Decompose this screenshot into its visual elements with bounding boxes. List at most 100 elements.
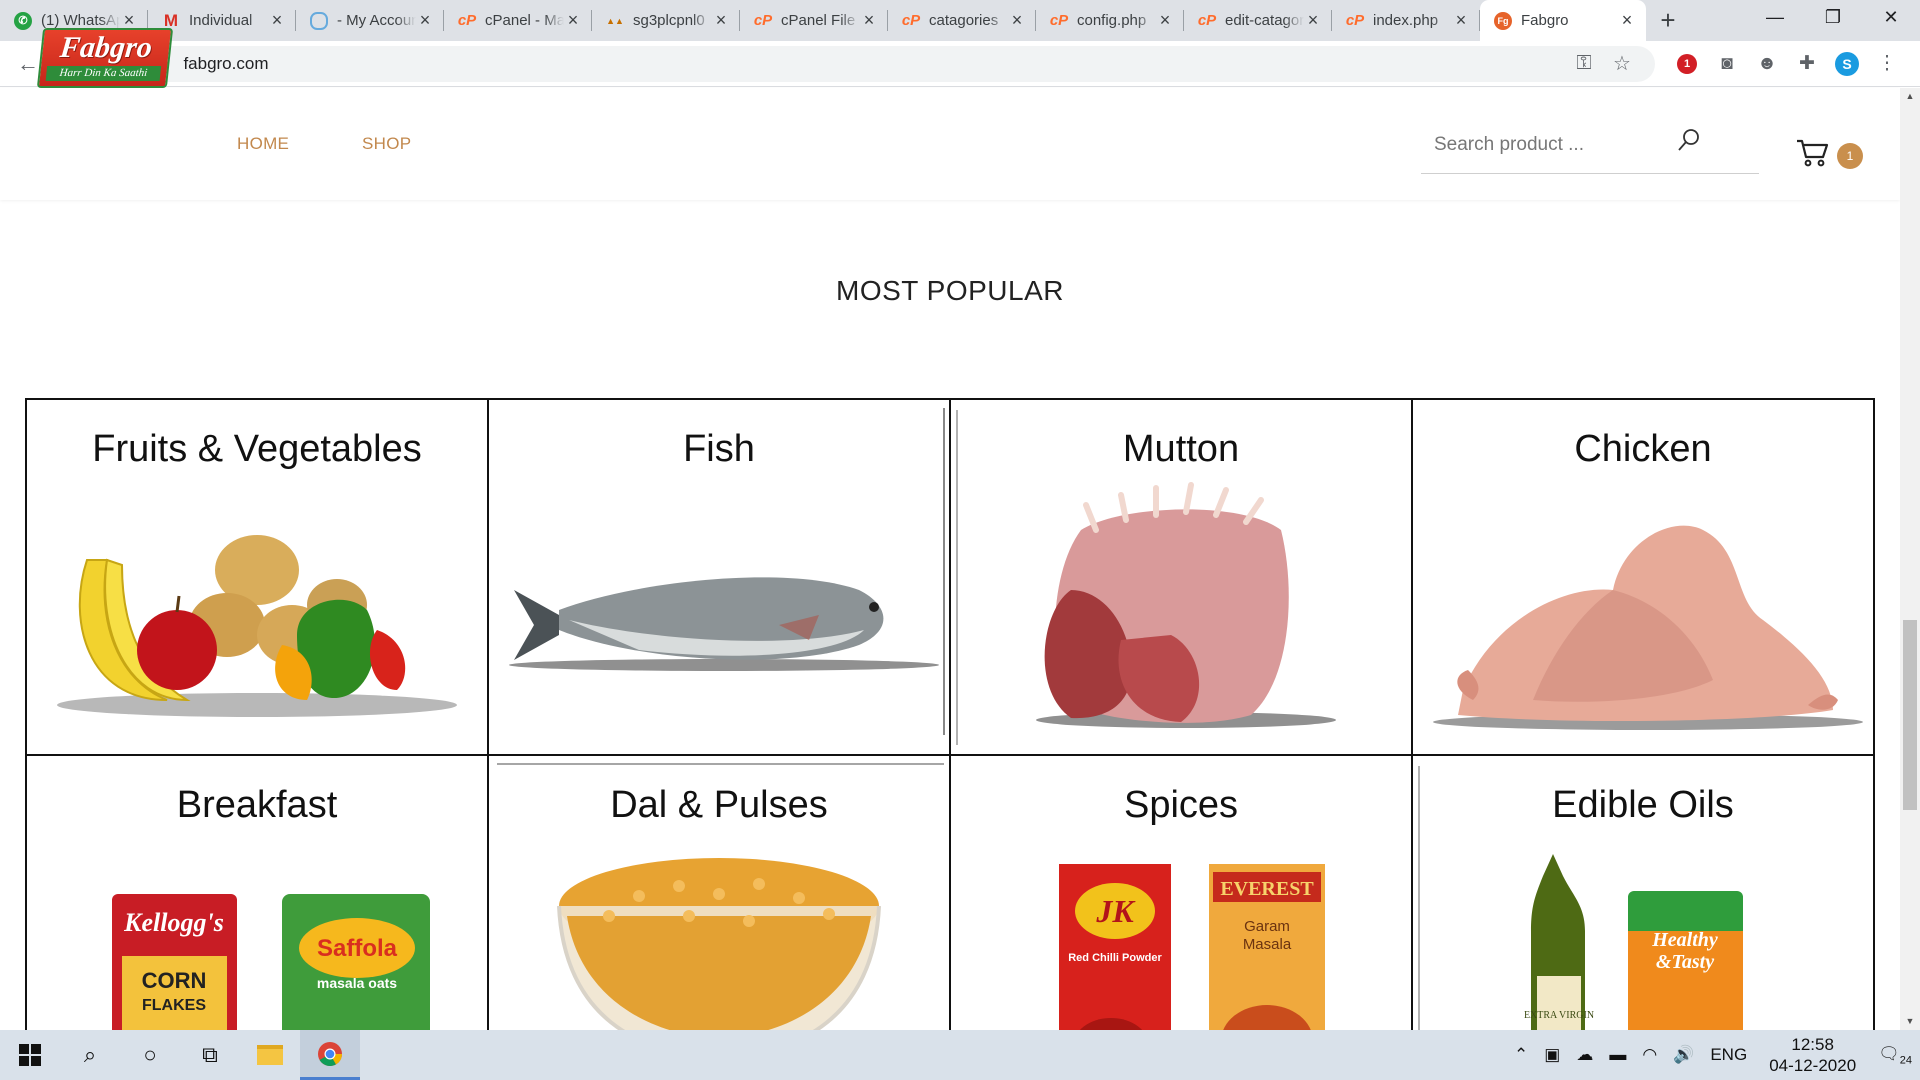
- browser-tab[interactable]: cP config.php ×: [1036, 0, 1184, 41]
- clock[interactable]: 12:58 04-12-2020: [1755, 1034, 1870, 1076]
- browser-tab-strip: ✆ (1) WhatsApp × M Individual × - My Account…: [0, 0, 1920, 41]
- browser-tab[interactable]: ▲▲ sg3plcpnl0 ×: [592, 0, 740, 41]
- close-tab-icon[interactable]: ×: [860, 10, 878, 31]
- browser-tab[interactable]: cP cPanel File ×: [740, 0, 888, 41]
- cpanel-icon: cP: [1197, 12, 1217, 29]
- notification-icon[interactable]: 🗨24: [1870, 1044, 1920, 1066]
- category-title: Fruits & Vegetables: [92, 428, 422, 470]
- browser-tab-active[interactable]: Fg Fabgro ×: [1480, 0, 1646, 41]
- cart-count-badge: 1: [1837, 143, 1863, 169]
- extensions-puzzle-icon[interactable]: ✚: [1787, 44, 1827, 84]
- cpanel-icon: cP: [1049, 12, 1069, 29]
- language-indicator[interactable]: ENG: [1702, 1045, 1755, 1065]
- notification-count: 24: [1899, 1054, 1912, 1067]
- file-explorer-icon[interactable]: [240, 1030, 300, 1080]
- tab-title: index.php: [1373, 12, 1439, 29]
- close-tab-icon[interactable]: ×: [1008, 10, 1026, 31]
- search-icon[interactable]: [1677, 128, 1701, 152]
- close-tab-icon[interactable]: ×: [712, 10, 730, 31]
- onedrive-cloud-icon[interactable]: ☁: [1568, 1045, 1601, 1065]
- phpmyadmin-icon: ▲▲: [606, 15, 624, 26]
- close-tab-icon[interactable]: ×: [564, 10, 582, 31]
- browser-tab[interactable]: cP edit-catagory ×: [1184, 0, 1332, 41]
- wifi-icon[interactable]: ◠: [1634, 1045, 1665, 1065]
- category-title: Spices: [1123, 784, 1239, 826]
- jk-sub-label: Red Chilli Powder: [1068, 952, 1162, 964]
- category-card-fish[interactable]: Fish: [489, 400, 951, 756]
- scrollbar-thumb[interactable]: [1903, 620, 1917, 810]
- bookmark-star-icon[interactable]: ☆: [1603, 51, 1641, 76]
- tab-title: Individual: [189, 12, 253, 29]
- cpanel-icon: cP: [753, 12, 773, 29]
- task-view-icon[interactable]: ⧉: [180, 1030, 240, 1080]
- oil-pack-label: Healthy: [1651, 929, 1718, 951]
- category-title: Chicken: [1574, 428, 1712, 470]
- close-tab-icon[interactable]: ×: [268, 10, 286, 31]
- chevron-up-icon[interactable]: ⌃: [1506, 1045, 1536, 1065]
- tab-title: Fabgro: [1521, 12, 1569, 29]
- new-tab-button[interactable]: +: [1646, 0, 1690, 41]
- mask-extension-icon[interactable]: ☻: [1747, 44, 1787, 84]
- extension-red-icon[interactable]: 1: [1667, 44, 1707, 84]
- profile-avatar-icon[interactable]: S: [1827, 44, 1867, 84]
- nav-shop-link[interactable]: SHOP: [362, 134, 411, 154]
- menu-kebab-icon[interactable]: ⋮: [1867, 44, 1907, 84]
- category-title: Dal & Pulses: [610, 784, 828, 826]
- search-icon[interactable]: ⌕: [60, 1030, 120, 1080]
- close-window-icon[interactable]: ✕: [1862, 0, 1920, 34]
- category-card-fruits-vegetables[interactable]: Fruits & Vegetables: [27, 400, 489, 756]
- url-text[interactable]: fabgro.com: [183, 54, 1565, 74]
- maximize-icon[interactable]: ❐: [1804, 0, 1862, 34]
- volume-icon[interactable]: 🔊: [1665, 1045, 1702, 1065]
- cortana-icon[interactable]: ○: [120, 1030, 180, 1080]
- scroll-up-icon[interactable]: ▲: [1900, 88, 1920, 105]
- window-controls: — ❐ ✕: [1746, 0, 1920, 34]
- minimize-icon[interactable]: —: [1746, 0, 1804, 34]
- category-title: Fish: [683, 428, 755, 470]
- scroll-down-icon[interactable]: ▼: [1900, 1013, 1920, 1030]
- fabgro-icon: Fg: [1494, 11, 1512, 30]
- clock-time: 12:58: [1791, 1035, 1834, 1054]
- windows-taskbar: ⌕ ○ ⧉ ⌃ ▣ ☁ ▬ ◠ 🔊 ENG 12:58 04-12-2020 🗨…: [0, 1030, 1920, 1080]
- battery-icon[interactable]: ▬: [1601, 1045, 1634, 1065]
- logo-tagline: Harr Din Ka Saathi: [45, 66, 162, 81]
- device-icon[interactable]: ▣: [1536, 1045, 1568, 1065]
- close-tab-icon[interactable]: ×: [1452, 10, 1470, 31]
- product-search: [1421, 116, 1759, 174]
- account-icon: [310, 11, 328, 30]
- windows-start-icon[interactable]: [0, 1030, 60, 1080]
- kelloggs-label: Kellogg's: [123, 908, 224, 937]
- close-tab-icon[interactable]: ×: [416, 10, 434, 31]
- cpanel-icon: cP: [1345, 12, 1365, 29]
- oil-pack-label: &Tasty: [1656, 951, 1714, 973]
- section-title: MOST POPULAR: [836, 275, 1064, 306]
- search-input[interactable]: [1421, 133, 1691, 156]
- shopping-cart-icon[interactable]: [1796, 138, 1830, 168]
- camera-extension-icon[interactable]: ◙: [1707, 44, 1747, 84]
- category-card-chicken[interactable]: Chicken: [1413, 400, 1875, 756]
- key-icon[interactable]: ⚿: [1565, 52, 1603, 75]
- page-scrollbar[interactable]: ▲ ▼: [1900, 88, 1920, 1030]
- category-card-mutton[interactable]: Mutton: [951, 400, 1413, 756]
- cpanel-icon: cP: [901, 12, 921, 29]
- address-bar[interactable]: 🔒 fabgro.com ⚿ ☆: [140, 45, 1655, 82]
- close-tab-icon[interactable]: ×: [1156, 10, 1174, 31]
- fabgro-logo[interactable]: Fabgro Harr Din Ka Saathi: [36, 28, 174, 88]
- category-title: Mutton: [1122, 428, 1240, 470]
- tab-title: cPanel - Main: [485, 12, 564, 29]
- chrome-icon[interactable]: [300, 1030, 360, 1080]
- everest-sub-label: Garam: [1244, 918, 1290, 935]
- cpanel-icon: cP: [457, 12, 477, 29]
- jk-label: JK: [1095, 893, 1136, 929]
- screen: ✆ (1) WhatsApp × M Individual × - My Account…: [0, 0, 1920, 1080]
- browser-tab[interactable]: - My Account ×: [296, 0, 444, 41]
- close-tab-icon[interactable]: ×: [1618, 10, 1636, 31]
- browser-tab[interactable]: cP cPanel - Main×: [444, 0, 592, 41]
- tab-title: (1) WhatsApp: [41, 12, 120, 29]
- nav-home-link[interactable]: HOME: [237, 134, 289, 154]
- browser-tab[interactable]: cP index.php ×: [1332, 0, 1480, 41]
- tab-title: edit-catagory: [1225, 12, 1304, 29]
- browser-tab[interactable]: cP catagories ×: [888, 0, 1036, 41]
- close-tab-icon[interactable]: ×: [1304, 10, 1322, 31]
- category-title: Breakfast: [176, 784, 338, 826]
